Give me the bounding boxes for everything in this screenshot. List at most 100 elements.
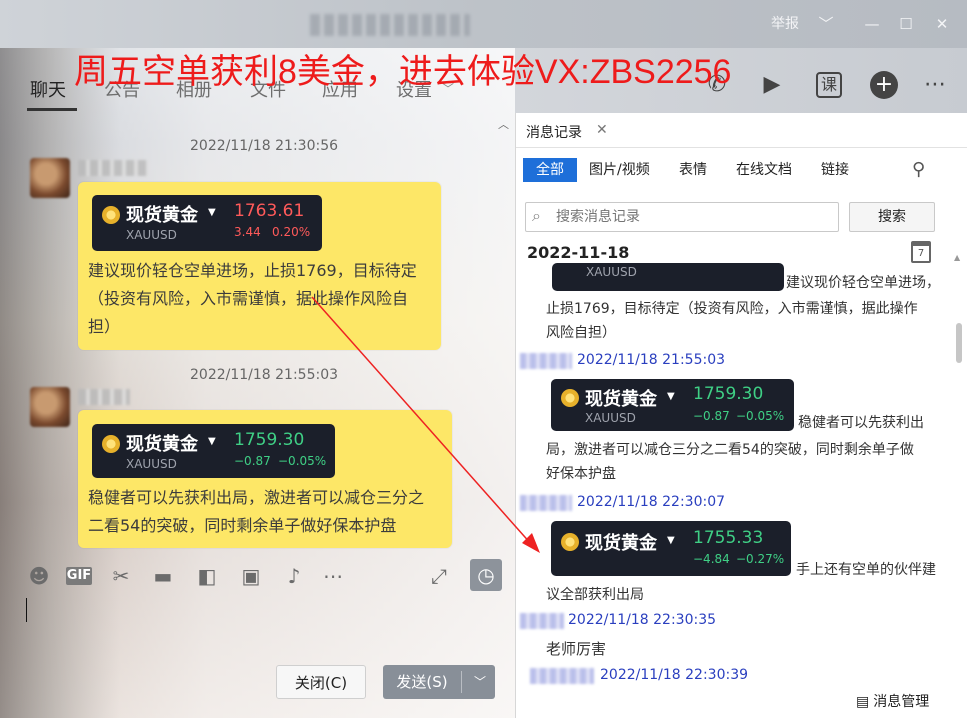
- quote-card[interactable]: XAUUSD: [552, 263, 784, 291]
- text-line: 局，激进者可以减仓三分之二看54的突破，同时剩余单子做: [546, 442, 914, 458]
- search-button[interactable]: 搜索: [849, 202, 935, 232]
- more-icon[interactable]: ⋯: [320, 563, 346, 589]
- report-button[interactable]: 举报: [768, 10, 802, 38]
- quote-card[interactable]: 现货黄金 ▼ XAUUSD 1759.30 −0.87 −0.05%: [551, 379, 794, 431]
- quote-price: 1763.61: [234, 201, 305, 221]
- quote-card[interactable]: 现货黄金 ▼ XAUUSD 1759.30 −0.87 −0.05%: [92, 424, 335, 478]
- message-text: 建议现价轻仓空单进场，止损1769，目标待定 （投资有风险，入市需谨慎，据此操作…: [88, 257, 438, 341]
- record-timestamp: 2022/11/18 21:55:03: [577, 352, 726, 368]
- title-bar: 举报 ﹀ — ☐ ✕: [0, 0, 967, 48]
- message-timestamp: 2022/11/18 21:55:03: [190, 367, 339, 383]
- gold-coin-icon: [102, 206, 120, 224]
- text-line: （投资有风险，入市需谨慎，据此操作风险自: [88, 289, 409, 308]
- record-text: 建议现价轻仓空单进场，: [786, 275, 940, 291]
- message-timestamp: 2022/11/18 21:30:56: [190, 138, 339, 154]
- minimize-icon[interactable]: —: [858, 10, 886, 38]
- filter-media[interactable]: 图片/视频: [589, 158, 650, 182]
- quote-symbol: XAUUSD: [585, 411, 636, 425]
- divider: [516, 147, 967, 148]
- quote-name: 现货黄金: [585, 533, 657, 554]
- tab-underline: [27, 108, 77, 111]
- avatar[interactable]: [520, 495, 572, 511]
- clipboard-icon[interactable]: ◧: [194, 563, 220, 589]
- quote-card[interactable]: 现货黄金 ▼ 1755.33 −4.84 −0.27%: [551, 521, 791, 576]
- chevron-down-icon[interactable]: ﹀: [812, 10, 840, 38]
- search-input[interactable]: [556, 207, 826, 227]
- input-toolbar: ☻ GIF ✂ ▬ ◧ ▣ ♪ ⋯ ⤢ ◷: [0, 555, 515, 599]
- avatar[interactable]: [520, 613, 564, 629]
- gif-icon[interactable]: GIF: [66, 567, 92, 585]
- scrollbar[interactable]: [956, 323, 962, 363]
- filter-links[interactable]: 链接: [821, 158, 849, 182]
- emoji-icon[interactable]: ☻: [26, 563, 52, 589]
- quote-price: 1755.33: [693, 528, 764, 548]
- filter-online-docs[interactable]: 在线文档: [736, 158, 792, 182]
- caret-down-icon: ▼: [208, 436, 216, 447]
- quote-card[interactable]: 现货黄金 ▼ XAUUSD 1763.61 3.44 0.20%: [92, 195, 322, 251]
- avatar[interactable]: [30, 158, 70, 198]
- quote-symbol: XAUUSD: [126, 457, 177, 471]
- avatar[interactable]: [520, 353, 572, 369]
- divider: [461, 671, 462, 693]
- quote-symbol: XAUUSD: [586, 265, 637, 279]
- history-icon[interactable]: ◷: [470, 559, 502, 591]
- message-manager-label: 消息管理: [873, 694, 930, 710]
- filter-all[interactable]: 全部: [523, 158, 577, 182]
- message-input[interactable]: [0, 600, 515, 718]
- close-icon[interactable]: ✕: [928, 10, 956, 38]
- scissors-icon[interactable]: ✂: [108, 563, 134, 589]
- record-tab-label: 消息记录: [526, 125, 582, 141]
- quote-percent: −0.05%: [736, 409, 785, 423]
- filter-stickers[interactable]: 表情: [679, 158, 707, 182]
- record-text: 议全部获利出局: [546, 587, 644, 603]
- record-tab[interactable]: 消息记录 ✕: [516, 113, 616, 147]
- course-icon[interactable]: 课: [816, 72, 842, 98]
- chat-pane: 聊天 公告 相册 文件 应用 设置 ﹀ ︿ 2022/11/18 21:30:5…: [0, 0, 515, 718]
- gold-coin-icon: [561, 389, 579, 407]
- quote-name: 现货黄金: [585, 389, 657, 410]
- caret-down-icon: ▼: [667, 391, 675, 402]
- sender-name: [78, 389, 130, 405]
- record-text: 手上还有空单的伙伴建: [796, 562, 936, 578]
- record-timestamp: 2022/11/18 22:30:07: [577, 494, 726, 510]
- record-timestamp: 2022/11/18 22:30:35: [568, 612, 717, 628]
- bell-icon[interactable]: ♪: [281, 563, 307, 589]
- calendar-icon[interactable]: 7: [911, 241, 931, 263]
- text-line: 担）: [88, 317, 121, 336]
- avatar[interactable]: [30, 387, 70, 427]
- scroll-up-icon[interactable]: ▲: [954, 253, 960, 262]
- quote-percent: 0.20%: [272, 225, 311, 239]
- message-bubble[interactable]: 现货黄金 ▼ XAUUSD 1759.30 −0.87 −0.05% 稳健者可以…: [78, 410, 452, 548]
- more-icon[interactable]: ⋯: [920, 70, 950, 100]
- quote-change: −0.87: [234, 454, 271, 468]
- image-icon[interactable]: ▣: [238, 563, 264, 589]
- message-manager-button[interactable]: ▤ 消息管理: [856, 691, 929, 711]
- folder-icon[interactable]: ▬: [150, 563, 176, 589]
- gold-coin-icon: [561, 533, 579, 551]
- text-line: 好保本护盘: [546, 466, 616, 482]
- record-text: 稳健者可以先获利出: [798, 415, 924, 431]
- close-icon[interactable]: ✕: [596, 122, 608, 138]
- expand-icon[interactable]: ⤢: [426, 563, 452, 589]
- send-label: 发送(S): [396, 673, 448, 691]
- tab-chat[interactable]: 聊天: [30, 76, 66, 102]
- chevron-down-icon[interactable]: ﹀: [467, 665, 493, 699]
- caret-down-icon: ▼: [208, 207, 216, 218]
- close-button[interactable]: 关闭(C): [276, 665, 366, 699]
- quote-name: 现货黄金: [126, 434, 198, 455]
- video-call-icon[interactable]: ▶: [757, 70, 787, 100]
- message-text: 稳健者可以先获利出局，激进者可以减仓三分之 二看54的突破，同时剩余单子做好保本…: [88, 484, 450, 540]
- collapse-icon[interactable]: ︿: [498, 116, 509, 132]
- avatar[interactable]: [530, 668, 594, 684]
- text-line: 建议现价轻仓空单进场，止损1769，目标待定: [88, 261, 417, 280]
- message-record-pane: 消息记录 ✕ 全部 图片/视频 表情 在线文档 链接 ⚲ ⌕ 搜索 2022-1…: [515, 113, 967, 718]
- quote-percent: −0.05%: [278, 454, 327, 468]
- send-button[interactable]: 发送(S) ﹀: [383, 665, 495, 699]
- maximize-icon[interactable]: ☐: [892, 10, 920, 38]
- gold-coin-icon: [102, 435, 120, 453]
- add-icon[interactable]: +: [870, 71, 898, 99]
- quote-price: 1759.30: [693, 384, 764, 404]
- message-bubble[interactable]: 现货黄金 ▼ XAUUSD 1763.61 3.44 0.20% 建议现价轻仓空…: [78, 182, 441, 350]
- search-field[interactable]: ⌕: [525, 202, 839, 232]
- filter-icon[interactable]: ⚲: [912, 159, 925, 180]
